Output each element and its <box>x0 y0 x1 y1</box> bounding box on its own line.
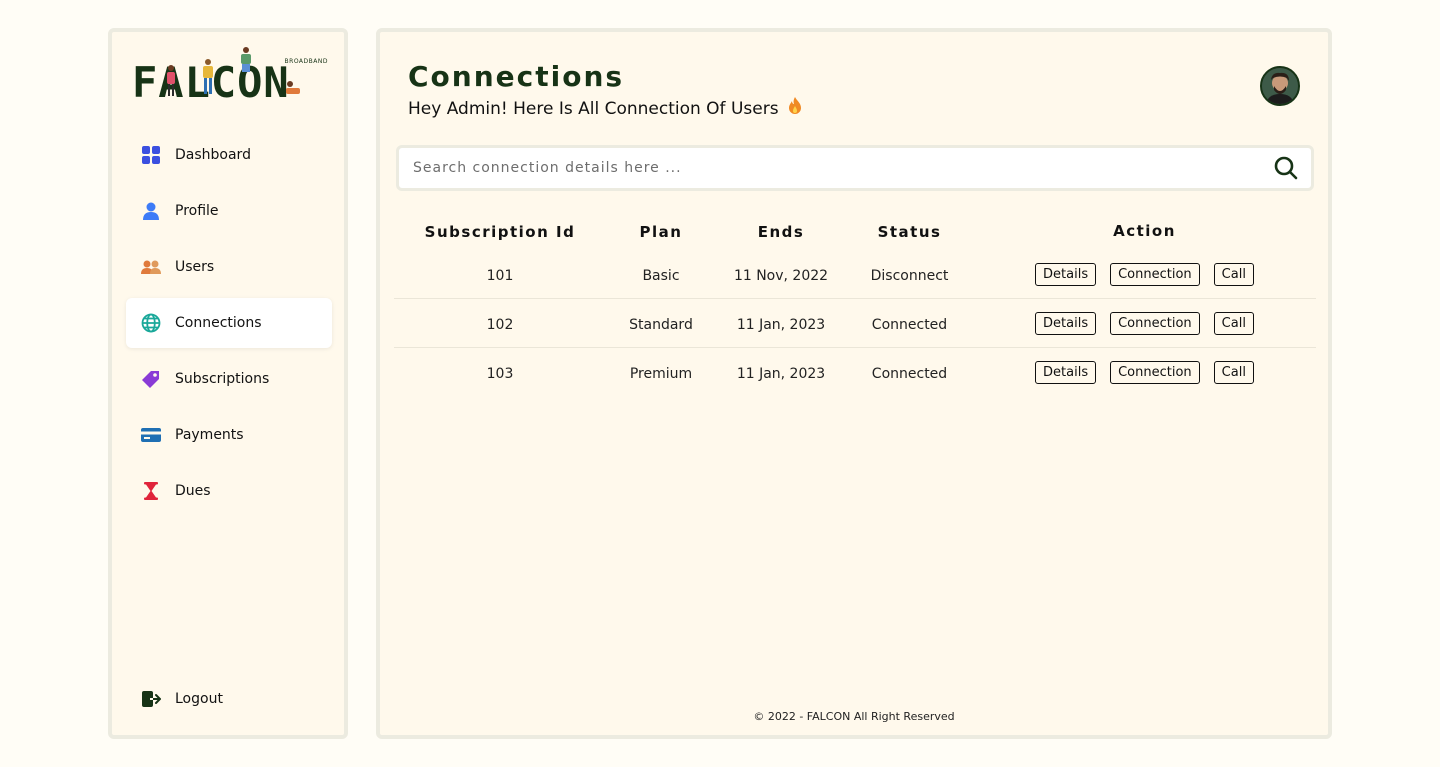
dashboard-grid-icon <box>140 144 162 166</box>
table-row: 101 Basic 11 Nov, 2022 Disconnect Detail… <box>394 250 1316 299</box>
main-panel: Connections Hey Admin! Here Is All Conne… <box>376 28 1332 739</box>
tags-icon <box>140 368 162 390</box>
sidebar-item-subscriptions[interactable]: Subscriptions <box>126 354 332 404</box>
subscription-id: 101 <box>486 267 514 284</box>
logo-figure-icon <box>241 47 251 72</box>
connection-button[interactable]: Connection <box>1110 361 1200 384</box>
subtitle-text: Hey Admin! Here Is All Connection Of Use… <box>408 98 779 119</box>
sidebar-item-users[interactable]: Users <box>126 242 332 292</box>
table-header: Subscription Id Plan Ends Status Action <box>394 212 1316 250</box>
sidebar-item-label: Connections <box>175 315 262 331</box>
logout-button[interactable]: Logout <box>126 674 332 724</box>
table-row: 102 Standard 11 Jan, 2023 Connected Deta… <box>394 299 1316 348</box>
details-button[interactable]: Details <box>1035 361 1097 384</box>
sidebar-item-label: Profile <box>175 203 219 219</box>
users-icon <box>140 256 162 278</box>
fire-icon <box>787 96 803 121</box>
page-title: Connections <box>408 60 625 93</box>
search-icon[interactable] <box>1273 155 1299 181</box>
call-button[interactable]: Call <box>1213 262 1254 286</box>
plan: Basic <box>642 267 680 284</box>
sidebar-item-label: Dashboard <box>175 147 251 163</box>
search-input[interactable] <box>413 160 1273 176</box>
falcon-logo[interactable]: FALCON BROADBAND <box>132 46 328 108</box>
call-button[interactable]: Call <box>1213 311 1254 335</box>
status: Connected <box>871 366 948 382</box>
sidebar-item-label: Users <box>175 259 215 275</box>
connection-button[interactable]: Connection <box>1110 262 1200 286</box>
footer-text: © 2022 - FALCON All Right Reserved <box>753 710 955 723</box>
page-subtitle: Hey Admin! Here Is All Connection Of Use… <box>408 96 803 121</box>
sidebar-nav: Dashboard Profile Users Connections Subs… <box>126 130 332 522</box>
logo-figure-icon <box>203 59 213 94</box>
logo-tagline: BROADBAND <box>284 58 328 65</box>
status: Disconnect <box>870 267 949 284</box>
status: Connected <box>871 316 948 333</box>
plan: Premium <box>629 366 693 382</box>
column-header: Ends <box>757 222 805 241</box>
avatar[interactable] <box>1260 66 1300 106</box>
plan: Standard <box>629 316 693 333</box>
hourglass-icon <box>140 480 162 502</box>
sidebar-item-payments[interactable]: Payments <box>126 410 332 460</box>
logo-figure-icon <box>167 65 175 96</box>
sidebar-item-dues[interactable]: Dues <box>126 466 332 516</box>
logo-figure-icon <box>286 81 300 94</box>
column-header: Plan <box>639 222 683 241</box>
details-button[interactable]: Details <box>1035 311 1097 335</box>
logout-icon <box>140 688 162 710</box>
sidebar: FALCON BROADBAND Dashboard Profile Users… <box>108 28 348 739</box>
column-header: Action <box>1113 222 1176 240</box>
credit-card-icon <box>140 424 162 446</box>
connections-table: Subscription Id Plan Ends Status Action … <box>394 212 1316 397</box>
sidebar-item-connections[interactable]: Connections <box>126 298 332 348</box>
sidebar-item-profile[interactable]: Profile <box>126 186 332 236</box>
search-bar <box>396 145 1314 191</box>
sidebar-item-label: Subscriptions <box>175 371 270 387</box>
end-date: 11 Nov, 2022 <box>733 267 829 284</box>
column-header: Subscription Id <box>424 222 576 241</box>
table-row: 103 Premium 11 Jan, 2023 Connected Detai… <box>394 348 1316 397</box>
logout-label: Logout <box>175 691 223 707</box>
user-icon <box>140 200 162 222</box>
sidebar-item-dashboard[interactable]: Dashboard <box>126 130 332 180</box>
sidebar-item-label: Payments <box>175 427 244 443</box>
end-date: 11 Jan, 2023 <box>736 366 826 382</box>
column-header: Status <box>877 222 942 241</box>
subscription-id: 102 <box>486 316 514 333</box>
user-avatar-icon <box>1262 68 1298 104</box>
connection-button[interactable]: Connection <box>1110 311 1200 335</box>
details-button[interactable]: Details <box>1035 262 1097 286</box>
sidebar-item-label: Dues <box>175 483 211 499</box>
call-button[interactable]: Call <box>1213 361 1254 384</box>
globe-icon <box>140 312 162 334</box>
subscription-id: 103 <box>486 366 514 382</box>
end-date: 11 Jan, 2023 <box>736 316 826 333</box>
